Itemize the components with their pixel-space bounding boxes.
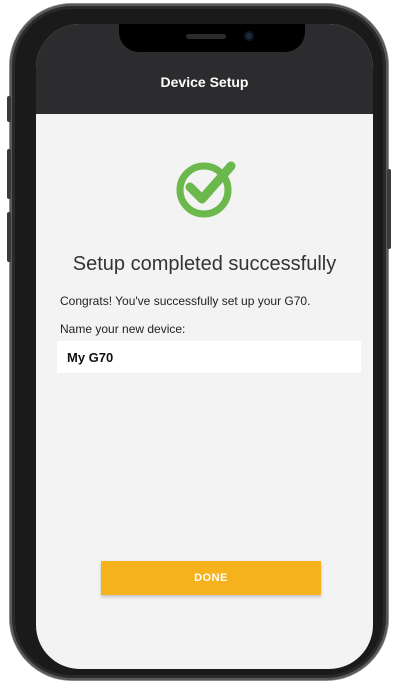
check-circle-icon	[174, 156, 238, 220]
phone-frame: Device Setup Setup completed successfull…	[7, 4, 391, 680]
power-button	[387, 169, 391, 249]
volume-down-button	[7, 212, 11, 262]
page-title: Device Setup	[160, 74, 249, 90]
done-button[interactable]: DONE	[101, 561, 321, 595]
congrats-text: Congrats! You've successfully set up you…	[60, 294, 311, 308]
front-camera	[244, 31, 254, 41]
mute-switch	[7, 96, 11, 122]
device-name-label: Name your new device:	[60, 322, 186, 336]
notch	[119, 24, 305, 52]
speaker-grille	[186, 34, 226, 39]
nav-bar: Device Setup	[36, 24, 373, 114]
device-name-input[interactable]	[57, 341, 361, 373]
volume-up-button	[7, 149, 11, 199]
success-headline: Setup completed successfully	[72, 253, 337, 275]
screen: Device Setup Setup completed successfull…	[36, 24, 373, 669]
